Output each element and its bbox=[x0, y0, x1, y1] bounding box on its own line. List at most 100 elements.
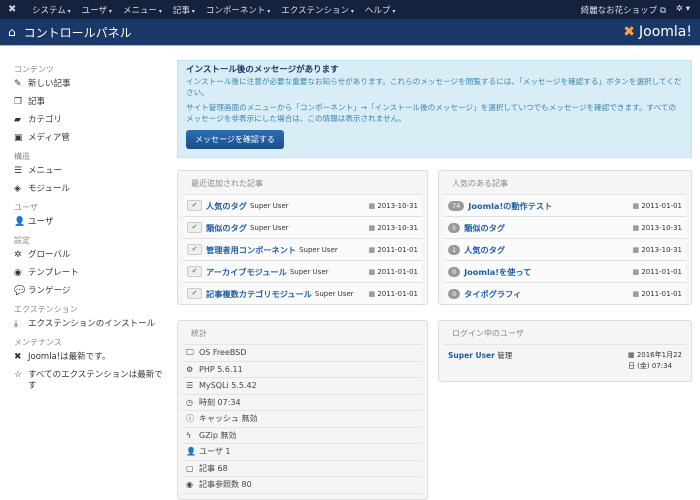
stat-row: 👤 ユーザ 1 bbox=[183, 444, 422, 461]
menu-components[interactable]: コンポーネント bbox=[206, 4, 270, 16]
article-date: 2011-01-01 bbox=[632, 202, 682, 210]
stat-text: 記事参照数 80 bbox=[199, 480, 252, 490]
stat-row: ⚙ PHP 5.6.11 bbox=[183, 362, 422, 378]
hits-badge: 74 bbox=[448, 200, 465, 211]
sidebar-item-icon: ◈ bbox=[14, 184, 21, 194]
hits-badge: 0 bbox=[448, 266, 461, 277]
sidebar-item-label: エクステンションのインストール bbox=[28, 319, 156, 329]
sidebar-item-icon: 👤 bbox=[14, 217, 26, 227]
stat-text: PHP 5.6.11 bbox=[199, 364, 243, 374]
stat-text: GZip 無効 bbox=[199, 430, 237, 440]
alert-text-1: インストール後に注意が必要な重要なお知らせがあります。これらのメッセージを閲覧す… bbox=[186, 77, 682, 97]
menu-extensions[interactable]: エクステンション bbox=[281, 4, 354, 16]
published-check-icon[interactable]: ✔ bbox=[187, 200, 202, 211]
sidebar-item[interactable]: ▰ カテゴリ bbox=[14, 115, 170, 126]
sidebar-section-title: 構造 bbox=[14, 152, 30, 161]
hits-badge: 0 bbox=[448, 288, 461, 299]
sidebar-item-icon: ❐ bbox=[14, 97, 23, 107]
stat-icon: ▢ bbox=[186, 463, 194, 473]
article-row: 0タイポグラフィ 2011-01-01 bbox=[444, 283, 686, 305]
menu-menus[interactable]: メニュー bbox=[123, 4, 162, 16]
sidebar-item[interactable]: ✖ Joomla!は最新です。 bbox=[14, 352, 170, 363]
article-date: 2011-01-01 bbox=[368, 246, 418, 254]
joomla-logo-icon: ✖ bbox=[623, 24, 636, 40]
sidebar-item[interactable]: 💬 ランゲージ bbox=[14, 286, 170, 297]
logged-user-link[interactable]: Super User bbox=[448, 351, 495, 360]
published-check-icon[interactable]: ✔ bbox=[187, 244, 202, 255]
panel-title: 最近追加された記事 bbox=[183, 171, 422, 195]
sidebar-item[interactable]: 👤 ユーザ bbox=[14, 217, 170, 228]
menu-help[interactable]: ヘルプ bbox=[365, 4, 395, 16]
article-author: Super User bbox=[299, 245, 338, 254]
sidebar-item[interactable]: ✎ 新しい記事 bbox=[14, 79, 170, 90]
popular-articles-panel: 人気のある記事 74Joomla!の動作テスト 2011-01-01 5類似のタグ 2… bbox=[438, 170, 692, 305]
article-link[interactable]: 管理者用コンポーネント bbox=[206, 244, 296, 256]
page-title: コントロールパネル bbox=[23, 25, 132, 40]
article-link[interactable]: 記事複数カテゴリモジュール bbox=[206, 288, 312, 300]
published-check-icon[interactable]: ✔ bbox=[187, 222, 202, 233]
sidebar-item-label: 新しい記事 bbox=[28, 79, 71, 89]
article-link[interactable]: 人気のタグ bbox=[206, 200, 247, 212]
panel-title: ログイン中のユーザ bbox=[444, 321, 686, 345]
stat-text: 記事 68 bbox=[199, 463, 228, 473]
settings-menu[interactable]: ✲ ▾ bbox=[676, 4, 690, 16]
home-icon: ⌂ bbox=[8, 25, 16, 39]
article-date: 2013-10-31 bbox=[368, 202, 418, 210]
stat-text: キャッシュ 無効 bbox=[199, 414, 258, 424]
article-author: Super User bbox=[249, 223, 289, 232]
article-link[interactable]: 人気のタグ bbox=[464, 244, 505, 256]
external-link-icon: ⧉ bbox=[659, 5, 666, 16]
stat-row: ☰ MySQLi 5.5.42 bbox=[183, 378, 422, 395]
sidebar-item-label: メディア管 bbox=[28, 133, 70, 143]
article-link[interactable]: Joomla!を使って bbox=[464, 266, 531, 278]
menu-content[interactable]: 記事 bbox=[173, 4, 195, 16]
sidebar-item[interactable]: ◈ モジュール bbox=[14, 184, 170, 195]
sidebar-item-icon: ▰ bbox=[14, 115, 21, 125]
sidebar-section-title: 設定 bbox=[14, 236, 30, 245]
site-link[interactable]: 綺麗なお花ショップ ⧉ bbox=[581, 4, 666, 16]
sidebar-item[interactable]: ❐ 記事 bbox=[14, 97, 170, 108]
joomla-brand: ✖ Joomla! bbox=[623, 24, 692, 40]
sidebar-item[interactable]: ☰ メニュー bbox=[14, 166, 170, 177]
stat-icon: ◉ bbox=[186, 480, 193, 490]
article-link[interactable]: タイポグラフィ bbox=[464, 288, 521, 300]
article-date: 2011-01-01 bbox=[632, 290, 682, 298]
article-row: ✔ 管理者用コンポーネントSuper User 2011-01-01 bbox=[183, 239, 422, 261]
sidebar-item[interactable]: ☆ すべてのエクステンションは最新です bbox=[14, 370, 170, 392]
article-row: ✔ 人気のタグSuper User 2013-10-31 bbox=[183, 195, 422, 217]
sidebar-item[interactable]: ◉ テンプレート bbox=[14, 268, 170, 279]
article-link[interactable]: 類似のタグ bbox=[206, 222, 247, 234]
stat-icon: 👤 bbox=[186, 447, 196, 457]
postinstall-alert: インストール後のメッセージがあります インストール後に注意が必要な重要なお知らせ… bbox=[177, 60, 692, 158]
sidebar-section-title: コンテンツ bbox=[14, 65, 54, 74]
sidebar-item-icon: ⤓ bbox=[14, 319, 18, 329]
published-check-icon[interactable]: ✔ bbox=[187, 266, 202, 277]
top-menu-bar: ✖ システム ユーザ メニュー 記事 コンポーネント エクステンション ヘルプ … bbox=[0, 0, 700, 19]
article-row: ✔ 記事複数カテゴリモジュールSuper User 2011-01-01 bbox=[183, 283, 422, 305]
review-messages-button[interactable]: メッセージを確認する bbox=[186, 130, 284, 149]
sidebar-item[interactable]: ▣ メディア管 bbox=[14, 133, 170, 144]
sidebar-section-title: ユーザ bbox=[14, 203, 38, 212]
stat-row: ϟ GZip 無効 bbox=[183, 428, 422, 444]
panel-title: 統計 bbox=[183, 321, 422, 345]
sidebar-item-icon: ☆ bbox=[14, 370, 23, 380]
article-link[interactable]: 類似のタグ bbox=[464, 222, 505, 234]
stat-icon: ϟ bbox=[186, 430, 192, 440]
sidebar-item[interactable]: ✲ グローバル bbox=[14, 250, 170, 261]
article-link[interactable]: Joomla!の動作テスト bbox=[468, 200, 552, 212]
sidebar-item-label: テンプレート bbox=[28, 268, 79, 278]
sidebar-item-label: ランゲージ bbox=[28, 286, 71, 296]
stat-row: ▢ 記事 68 bbox=[183, 461, 422, 477]
menu-users[interactable]: ユーザ bbox=[82, 4, 112, 16]
sidebar-item[interactable]: ⤓ エクステンションのインストール bbox=[14, 319, 170, 330]
sidebar-item-icon: ✎ bbox=[14, 79, 22, 89]
menu-system[interactable]: システム bbox=[32, 4, 71, 16]
stat-icon: ☰ bbox=[186, 381, 194, 391]
article-link[interactable]: アーカイブモジュール bbox=[206, 266, 287, 278]
stats-panel: 統計 🖵 OS FreeBSD ⚙ PHP 5.6.11 ☰ MySQLi 5.5.42 ◷… bbox=[177, 320, 428, 500]
published-check-icon[interactable]: ✔ bbox=[187, 288, 202, 299]
stat-text: MySQLi 5.5.42 bbox=[199, 381, 257, 391]
joomla-logo-icon[interactable]: ✖ bbox=[8, 4, 22, 15]
stat-row: ◉ 記事参照数 80 bbox=[183, 477, 422, 494]
stat-text: OS FreeBSD bbox=[199, 348, 247, 358]
